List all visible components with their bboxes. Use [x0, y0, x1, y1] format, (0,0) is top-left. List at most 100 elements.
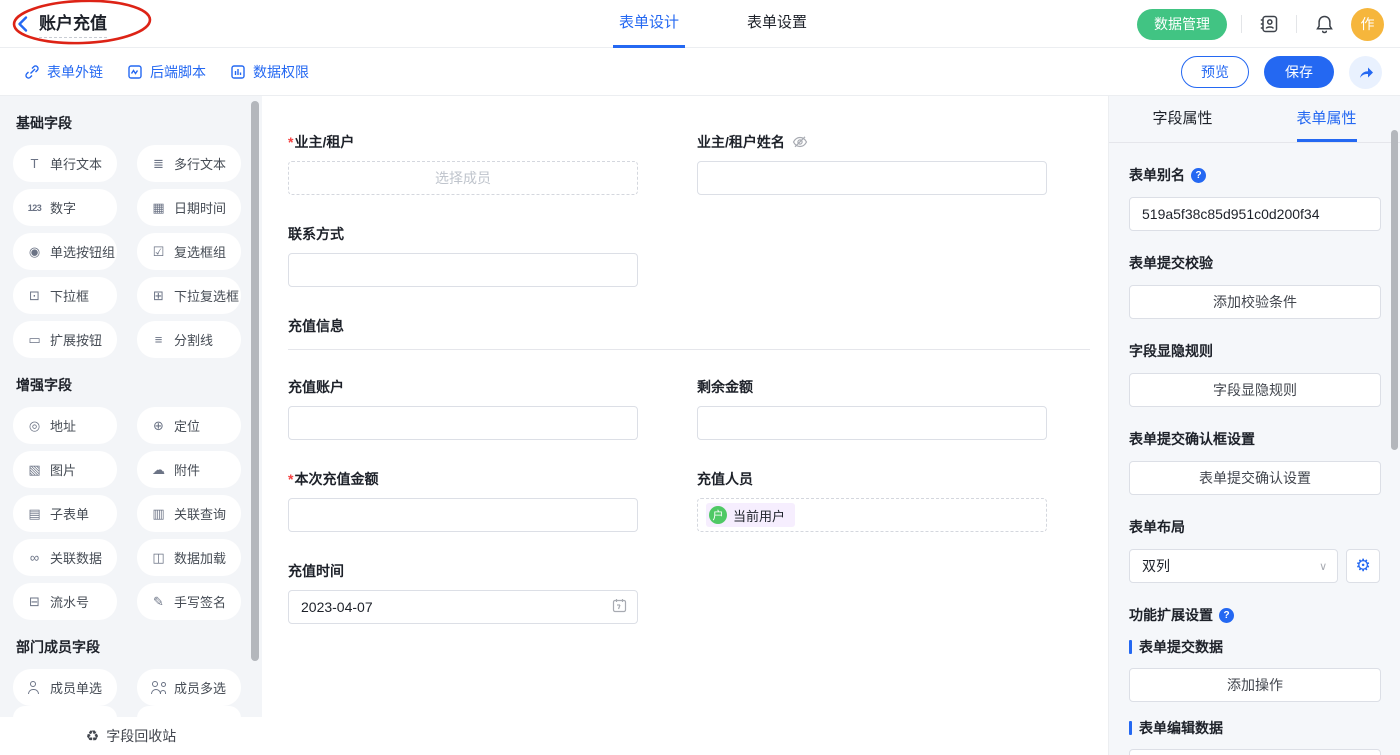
extension-settings-label: 功能扩展设置 ?: [1129, 605, 1380, 625]
field-item-related-data[interactable]: ∞关联数据: [13, 539, 117, 576]
external-link-action[interactable]: 表单外链: [24, 62, 103, 82]
dropdown-icon: ⊡: [27, 288, 42, 304]
owner-name-input[interactable]: [697, 161, 1047, 195]
add-validation-button[interactable]: 添加校验条件: [1129, 285, 1381, 319]
member-select-box[interactable]: 选择成员: [288, 161, 638, 195]
single-line-text-icon: T: [27, 156, 42, 171]
notification-bell-icon[interactable]: [1311, 11, 1337, 37]
back-title-group: 账户充值: [16, 9, 107, 38]
sidebar-scrollbar[interactable]: [251, 101, 259, 661]
script-icon: [127, 64, 143, 80]
field-recharge-person[interactable]: 充值人员 户 当前用户: [697, 469, 1047, 532]
extend-button-icon: ▭: [27, 332, 42, 348]
field-item-radio-group[interactable]: ◉单选按钮组: [13, 233, 117, 270]
confirm-box-button[interactable]: 表单提交确认设置: [1129, 461, 1381, 495]
recharge-amount-input[interactable]: [288, 498, 638, 532]
contact-input[interactable]: [288, 253, 638, 287]
field-recharge-account[interactable]: 充值账户: [288, 377, 638, 440]
field-item-member-single[interactable]: 成员单选: [13, 669, 117, 706]
section-title: 充值信息: [288, 316, 1090, 350]
tab-form-properties[interactable]: 表单属性: [1297, 96, 1357, 142]
recharge-person-box[interactable]: 户 当前用户: [697, 498, 1047, 532]
field-label: 剩余金额: [697, 377, 1047, 397]
field-item-serial-number[interactable]: ⊟流水号: [13, 583, 117, 620]
back-button[interactable]: [16, 15, 29, 33]
layout-settings-button[interactable]: ⚙: [1346, 549, 1380, 583]
field-item-checkbox-group[interactable]: ☑复选框组: [137, 233, 241, 270]
field-item-label: 地址: [50, 416, 76, 435]
field-remaining-amount[interactable]: 剩余金额: [697, 377, 1047, 440]
properties-panel: 字段属性 表单属性 表单别名 ? 表单提交校验 添加校验条件 字段显隐规则 字段…: [1108, 96, 1400, 755]
visibility-rules-button[interactable]: 字段显隐规则: [1129, 373, 1381, 407]
data-permission-action[interactable]: 数据权限: [230, 62, 309, 82]
field-contact[interactable]: 联系方式: [288, 224, 638, 287]
layout-row: 双列 ∨ ⚙: [1129, 549, 1380, 583]
cloud-upload-icon: ☁: [151, 462, 166, 478]
edit-data-add-button[interactable]: 添加操作: [1129, 749, 1381, 755]
field-owner-name[interactable]: 业主/租户姓名: [697, 132, 1047, 195]
field-item-datetime[interactable]: ▦日期时间: [137, 189, 241, 226]
field-item-divider-line[interactable]: ≡分割线: [137, 321, 241, 358]
field-recharge-time[interactable]: 充值时间 2023-04-07: [288, 561, 638, 624]
field-item-data-loading[interactable]: ◫数据加载: [137, 539, 241, 576]
field-item-label: 成员单选: [50, 678, 102, 697]
field-item-single-line-text[interactable]: T单行文本: [13, 145, 117, 182]
field-item-extend-button[interactable]: ▭扩展按钮: [13, 321, 117, 358]
tab-field-properties[interactable]: 字段属性: [1152, 96, 1212, 142]
field-item-dropdown[interactable]: ⊡下拉框: [13, 277, 117, 314]
field-item-subform[interactable]: ▤子表单: [13, 495, 117, 532]
field-item-label: 数字: [50, 198, 76, 217]
field-item-attachment[interactable]: ☁附件: [137, 451, 241, 488]
help-icon[interactable]: ?: [1219, 608, 1234, 623]
field-recharge-amount[interactable]: *本次充值金额: [288, 469, 638, 532]
field-item-multi-line-text[interactable]: ≣多行文本: [137, 145, 241, 182]
form-alias-input[interactable]: [1129, 197, 1381, 231]
field-item-multi-dropdown[interactable]: ⊞下拉复选框: [137, 277, 241, 314]
field-item-label: 下拉复选框: [174, 286, 239, 305]
link-icon: [24, 64, 40, 80]
user-avatar[interactable]: 作: [1351, 8, 1384, 41]
form-section-recharge-info[interactable]: 充值信息: [288, 316, 1090, 350]
data-manage-button[interactable]: 数据管理: [1137, 9, 1227, 40]
recharge-time-input[interactable]: 2023-04-07: [288, 590, 638, 624]
field-item-handwritten-signature[interactable]: ✎手写签名: [137, 583, 241, 620]
field-item-geolocation[interactable]: ⊕定位: [137, 407, 241, 444]
section-title-member-fields: 部门成员字段: [16, 637, 262, 657]
panel-scrollbar[interactable]: [1391, 130, 1398, 450]
help-icon[interactable]: ?: [1191, 168, 1206, 183]
share-button[interactable]: [1349, 56, 1382, 89]
page-title: 账户充值: [39, 9, 107, 38]
tab-form-settings[interactable]: 表单设置: [741, 0, 813, 48]
field-recycle-bin[interactable]: ♻ 字段回收站: [0, 717, 262, 755]
tab-form-design[interactable]: 表单设计: [613, 0, 685, 48]
field-label: 充值人员: [697, 469, 1047, 489]
field-item-number[interactable]: 123数字: [13, 189, 117, 226]
field-item-member-multi[interactable]: 成员多选: [137, 669, 241, 706]
link-chain-icon: ∞: [27, 550, 42, 565]
recycle-icon: ♻: [86, 727, 99, 745]
calendar-icon: ▦: [151, 200, 166, 216]
field-item-image[interactable]: ▧图片: [13, 451, 117, 488]
current-user-tag[interactable]: 户 当前用户: [706, 503, 795, 527]
contacts-book-icon[interactable]: [1256, 11, 1282, 37]
preview-button[interactable]: 预览: [1181, 56, 1249, 88]
header-right: 数据管理 作: [1137, 0, 1384, 48]
layout-select[interactable]: 双列 ∨: [1129, 549, 1338, 583]
field-item-related-query[interactable]: ▥关联查询: [137, 495, 241, 532]
pen-icon: ✎: [151, 594, 166, 610]
gear-icon: ⚙: [1355, 556, 1370, 576]
target-icon: ⊕: [151, 418, 166, 434]
checkbox-icon: ☑: [151, 244, 166, 260]
recharge-account-input[interactable]: [288, 406, 638, 440]
save-button[interactable]: 保存: [1264, 56, 1334, 88]
field-owner[interactable]: *业主/租户 选择成员: [288, 132, 638, 195]
blue-bar: [1129, 721, 1132, 735]
top-header: 账户充值 表单设计 表单设置 数据管理 作: [0, 0, 1400, 48]
field-item-label: 流水号: [50, 592, 89, 611]
field-item-address[interactable]: ◎地址: [13, 407, 117, 444]
backend-script-action[interactable]: 后端脚本: [127, 62, 206, 82]
submit-data-add-button[interactable]: 添加操作: [1129, 668, 1381, 702]
form-alias-label: 表单别名 ?: [1129, 165, 1380, 185]
section-title-enhanced-fields: 增强字段: [16, 375, 262, 395]
remaining-amount-input[interactable]: [697, 406, 1047, 440]
